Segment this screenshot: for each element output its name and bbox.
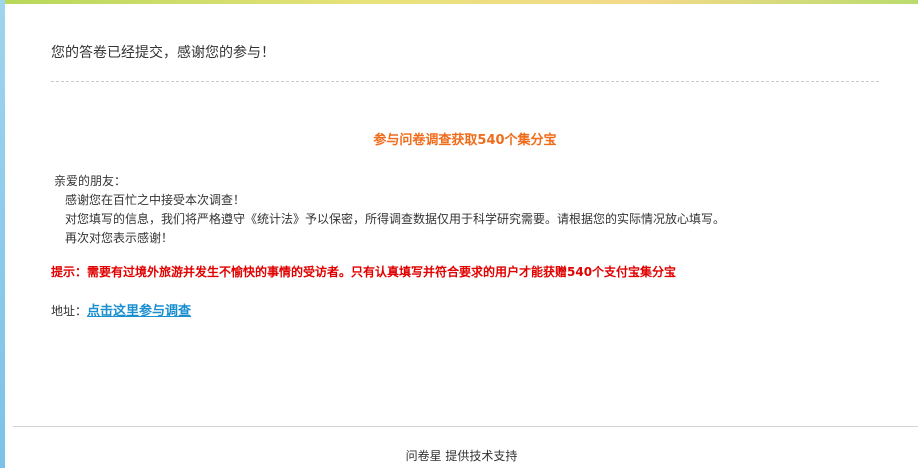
footer-credit: 问卷星 提供技术支持 — [405, 449, 518, 463]
footer-divider — [13, 426, 918, 427]
survey-link[interactable]: 点击这里参与调查 — [87, 304, 191, 319]
letter-line: 再次对您表示感谢！ — [65, 231, 174, 245]
letter-greeting: 亲爱的朋友： — [54, 174, 127, 188]
page-container: 您的答卷已经提交，感谢您的参与！ 参与问卷调查获取540个集分宝 亲爱的朋友： … — [5, 4, 918, 468]
survey-title: 参与问卷调查获取540个集分宝 — [373, 133, 557, 148]
letter-line: 对您填写的信息，我们将严格遵守《统计法》予以保密，所得调查数据仅用于科学研究需要… — [65, 212, 726, 226]
address-label: 地址： — [51, 304, 88, 318]
notice-text: 提示：需要有过境外旅游并发生不愉快的事情的受访者。只有认真填写并符合要求的用户才… — [51, 265, 677, 279]
letter-line: 感谢您在百忙之中接受本次调查！ — [65, 193, 246, 207]
submission-confirmation: 您的答卷已经提交，感谢您的参与！ — [51, 45, 275, 61]
letter-body: 亲爱的朋友： 感谢您在百忙之中接受本次调查！ 对您填写的信息，我们将严格遵守《统… — [54, 172, 725, 248]
address-row: 地址：点击这里参与调查 — [51, 300, 191, 319]
dashed-divider — [51, 81, 879, 82]
